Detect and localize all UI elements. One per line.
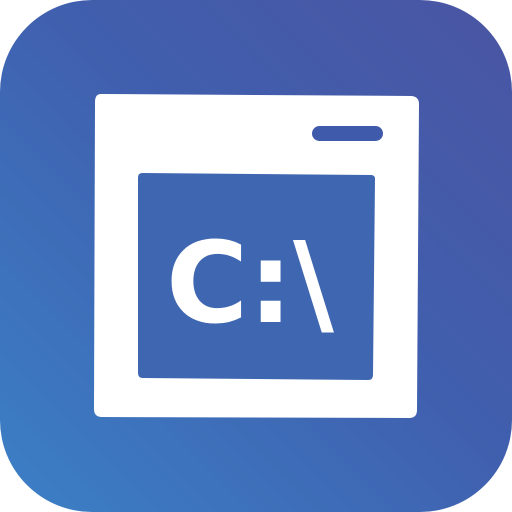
app-icon[interactable]: C:\ [0, 0, 512, 512]
title-bar-pill-icon [312, 126, 383, 141]
prompt-text: C:\ [166, 219, 334, 349]
terminal-window-icon: C:\ [94, 94, 419, 418]
